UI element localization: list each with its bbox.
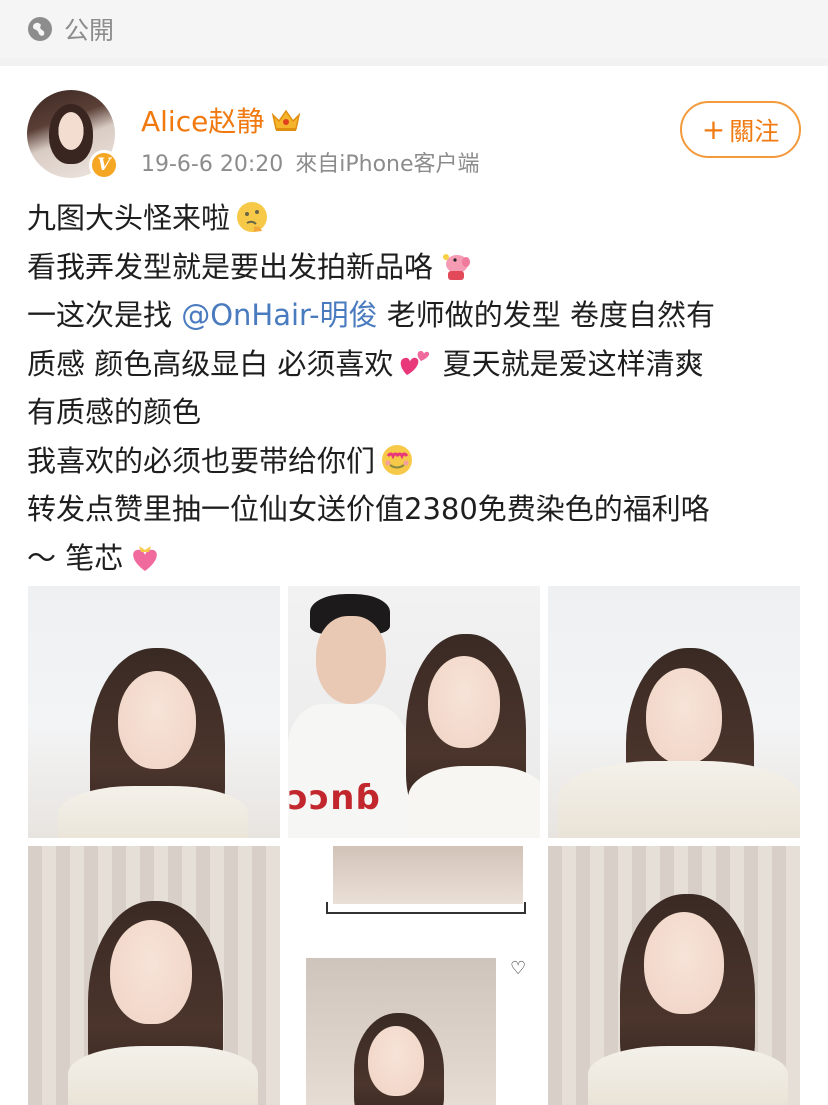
follow-button[interactable]: + 關注 xyxy=(680,101,801,158)
photo-thumbnail[interactable] xyxy=(548,846,800,1105)
post-header: V Alice赵静 19-6-6 20:20 來自iPhone客户端 + 關注 xyxy=(0,66,828,186)
photo-grid: ɔɔnɓ ♡ xyxy=(28,586,800,1105)
post-line: 质感 颜色高级显白 必须喜欢 夏天就是爱这样清爽 xyxy=(27,346,704,381)
post-line: 一这次是找 @OnHair-明俊 老师做的发型 卷度自然有 xyxy=(27,298,716,332)
section-divider xyxy=(0,58,828,66)
post-line: 有质感的颜色 xyxy=(27,395,202,429)
shirt-print: ɔɔnɓ xyxy=(288,778,381,818)
peppa-pig-icon xyxy=(443,253,471,280)
mention-link[interactable]: @OnHair-明俊 xyxy=(181,298,377,332)
follow-label: 關注 xyxy=(729,116,780,146)
globe-icon xyxy=(28,17,52,41)
post-line: 转发点赞里抽一位仙女送价值2380免费染色的福利咯 xyxy=(27,492,710,526)
thinking-face-icon xyxy=(237,202,268,232)
photo-thumbnail[interactable] xyxy=(28,846,280,1105)
username-row: Alice赵静 xyxy=(141,100,302,140)
avatar[interactable]: V xyxy=(27,90,119,180)
photo-thumbnail[interactable]: ♡ xyxy=(288,846,540,1105)
photo-thumbnail[interactable] xyxy=(548,586,800,838)
post-line: 看我弄发型就是要出发拍新品咯 xyxy=(27,243,817,292)
post-source: 來自iPhone客户端 xyxy=(295,152,480,177)
heart-with-ribbon-icon xyxy=(133,545,158,571)
two-hearts-icon xyxy=(401,350,430,375)
heart-eyes-face-icon xyxy=(382,444,413,475)
heart-doodle-icon: ♡ xyxy=(510,958,527,979)
post-line: 我喜欢的必须也要带给你们 xyxy=(27,437,817,486)
post-line: ～ 笔芯 xyxy=(27,534,817,583)
post-line: 九图大头怪来啦 xyxy=(27,194,817,243)
crown-icon xyxy=(272,109,301,131)
post-text: 九图大头怪来啦 看我弄发型就是要出发拍新品咯 一这次是找 @OnHair-明俊 … xyxy=(27,194,817,582)
visibility-label: 公開 xyxy=(64,16,115,45)
post-timestamp: 19-6-6 20:20 xyxy=(141,152,284,177)
verified-badge-icon: V xyxy=(89,150,119,180)
photo-thumbnail[interactable] xyxy=(28,586,280,838)
username-link[interactable]: Alice赵静 xyxy=(141,100,264,140)
visibility-bar: 公開 xyxy=(0,0,828,58)
photo-thumbnail[interactable]: ɔɔnɓ xyxy=(288,586,540,838)
post-meta: 19-6-6 20:20 來自iPhone客户端 xyxy=(141,146,492,178)
plus-icon: + xyxy=(701,113,726,146)
